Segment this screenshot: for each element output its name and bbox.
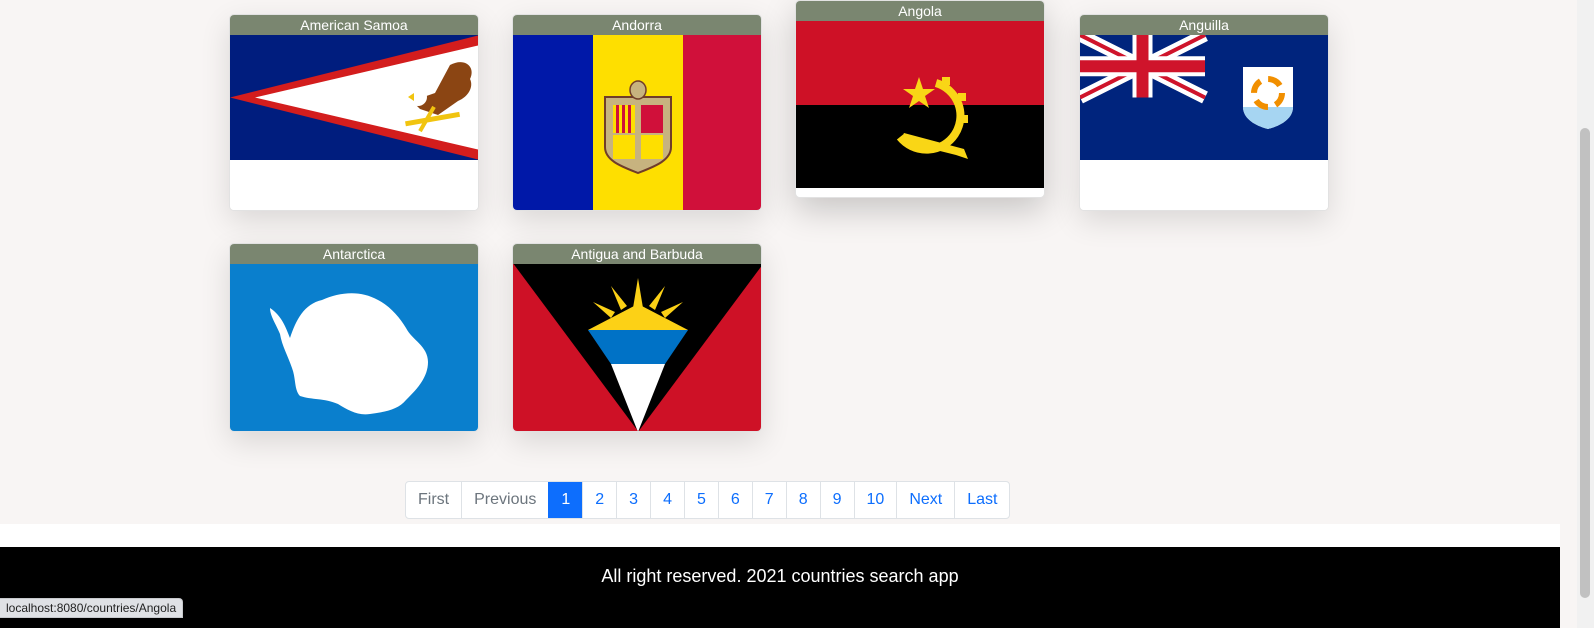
page-button-10[interactable]: 10 [853,482,897,518]
country-card-antarctica[interactable]: Antarctica [229,243,479,432]
page-button-3[interactable]: 3 [616,482,650,518]
page-button-6[interactable]: 6 [717,482,752,518]
page-button-9[interactable]: 9 [819,482,854,518]
content-bottom-spacer [0,524,1560,547]
page-button-7[interactable]: 7 [751,482,786,518]
page-button-5[interactable]: 5 [683,482,718,518]
country-card-angola[interactable]: Angola [795,0,1045,198]
card-title: Andorra [513,15,761,35]
andorra-flag-image [513,35,761,210]
footer-text: All right reserved. 2021 countries searc… [601,566,959,586]
angola-flag-image [796,21,1044,197]
american-samoa-flag-image [230,35,478,210]
antigua-and-barbuda-flag-image [513,264,761,431]
antarctica-flag-image [230,264,478,431]
card-title: American Samoa [230,15,478,35]
card-title: Antarctica [230,244,478,264]
country-card-anguilla[interactable]: Anguilla [1079,14,1329,211]
card-title: Anguilla [1080,15,1328,35]
page-button-1[interactable]: 1 [548,482,583,518]
page-button-2[interactable]: 2 [582,482,616,518]
first-page-button[interactable]: First [406,482,461,518]
country-card-antigua-and-barbuda[interactable]: Antigua and Barbuda [512,243,762,432]
pagination: First Previous 1 2 3 4 5 6 7 8 9 10 Next… [405,481,1011,519]
footer: All right reserved. 2021 countries searc… [0,547,1560,628]
country-card-american-samoa[interactable]: American Samoa [229,14,479,211]
page-button-8[interactable]: 8 [785,482,820,518]
next-page-button[interactable]: Next [896,482,954,518]
last-page-button[interactable]: Last [954,482,1009,518]
status-url: localhost:8080/countries/Angola [6,601,177,615]
card-title: Antigua and Barbuda [513,244,761,264]
page-button-4[interactable]: 4 [650,482,684,518]
previous-page-button[interactable]: Previous [461,482,548,518]
country-card-andorra[interactable]: Andorra [512,14,762,211]
anguilla-flag-image [1080,35,1328,210]
vertical-scrollbar[interactable] [1577,0,1594,628]
scrollbar-thumb[interactable] [1580,128,1590,598]
browser-status-bar: localhost:8080/countries/Angola [0,598,184,618]
card-title: Angola [796,1,1044,21]
